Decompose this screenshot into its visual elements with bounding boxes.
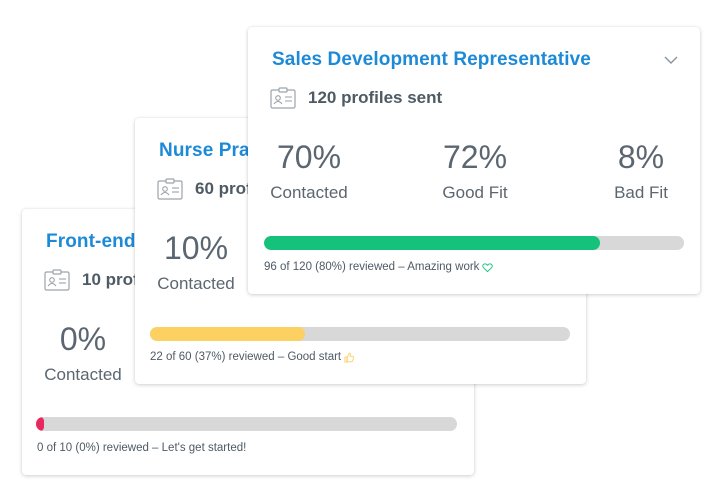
job-card-sales-development-representative[interactable]: Sales Development Representative 120 pro… <box>248 27 700 294</box>
stat-bad-fit: 8% Bad Fit <box>596 137 686 205</box>
review-note: 22 of 60 (37%) reviewed – Good start <box>150 351 355 363</box>
review-note-text: 0 of 10 (0%) reviewed – Let's get starte… <box>37 442 247 454</box>
stat-contacted: 10% Contacted <box>151 228 241 296</box>
job-title[interactable]: Front-end <box>46 231 136 253</box>
stat-contacted: 70% Contacted <box>264 137 354 205</box>
stat-contacted: 0% Contacted <box>38 319 128 387</box>
review-progress-fill <box>264 236 600 250</box>
id-card-icon <box>44 269 70 291</box>
id-card-icon <box>270 87 296 109</box>
review-progress-bar <box>150 327 570 341</box>
profiles-sent-label: 120 profiles sent <box>308 88 443 107</box>
stat-label: Contacted <box>270 183 348 202</box>
review-progress-bar <box>36 417 457 431</box>
review-note: 96 of 120 (80%) reviewed – Amazing work <box>264 261 494 273</box>
job-title[interactable]: Sales Development Representative <box>272 49 591 71</box>
review-note-text: 96 of 120 (80%) reviewed – Amazing work <box>264 261 480 273</box>
heart-icon <box>482 262 494 272</box>
stat-label: Good Fit <box>442 183 508 202</box>
stat-label: Contacted <box>44 365 122 384</box>
thumbs-up-icon <box>344 352 355 363</box>
stat-good-fit: 72% Good Fit <box>430 137 520 205</box>
stat-value: 0% <box>59 321 107 357</box>
review-progress-fill <box>150 327 306 341</box>
stat-value: 72% <box>442 139 508 175</box>
review-note-text: 22 of 60 (37%) reviewed – Good start <box>150 351 342 363</box>
chevron-down-icon[interactable] <box>664 55 678 65</box>
review-progress-fill <box>36 417 44 431</box>
stat-label: Contacted <box>157 274 235 293</box>
profiles-sent: 120 profiles sent <box>270 87 442 109</box>
stat-value: 10% <box>163 230 229 266</box>
review-note: 0 of 10 (0%) reviewed – Let's get starte… <box>37 442 246 454</box>
stat-value: 8% <box>617 139 665 175</box>
review-progress-bar <box>264 236 684 250</box>
stat-label: Bad Fit <box>614 183 668 202</box>
stat-value: 70% <box>276 139 342 175</box>
id-card-icon <box>157 178 183 200</box>
